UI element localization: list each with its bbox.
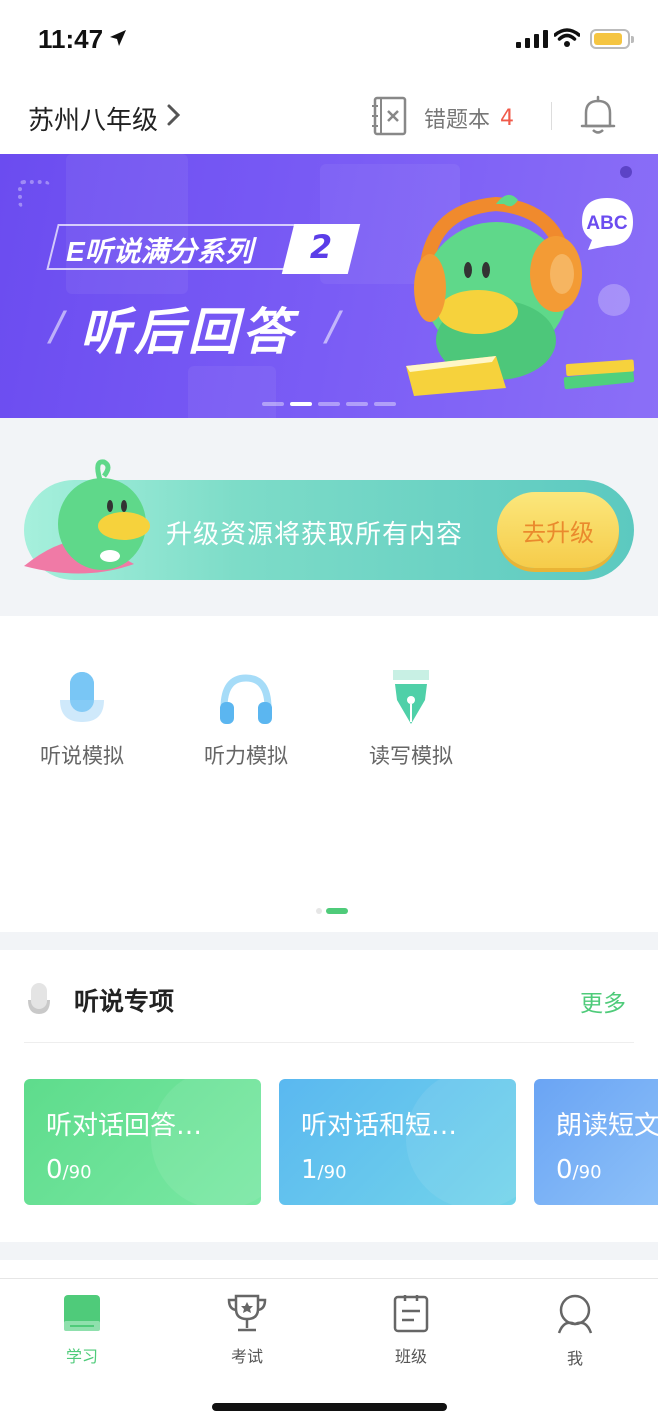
tab-label: 学习 (65, 1347, 98, 1366)
card-progress-done: 0 (556, 1155, 573, 1185)
feature-reading-writing-mock[interactable]: 读写模拟 (351, 656, 471, 770)
tab-exam[interactable]: 考试 (197, 1293, 297, 1367)
card-deco (406, 1079, 516, 1205)
top-header: 苏州八年级 错题本 4 (0, 80, 658, 154)
wrong-book-button[interactable]: 错题本 4 (370, 96, 514, 140)
tab-me[interactable]: 我 (525, 1293, 625, 1369)
section-gap (0, 932, 658, 950)
home-indicator[interactable] (212, 1403, 447, 1411)
card-progress-total: /90 (62, 1162, 92, 1183)
section-title: 听说专项 (74, 987, 175, 1016)
bell-icon[interactable] (578, 94, 618, 140)
feature-speaking-mock[interactable]: 听说模拟 (22, 656, 142, 770)
promo-banner[interactable]: E听说满分系列 2 / 听后回答 / ABC (0, 154, 658, 418)
headphones-icon (186, 656, 306, 726)
upgrade-section: 升级资源将获取所有内容 去升级 (0, 418, 658, 616)
banner-title: 听后回答 (80, 303, 296, 361)
feature-pager (316, 908, 348, 914)
grade-selector[interactable]: 苏州八年级 (28, 100, 182, 137)
card-deco (151, 1079, 261, 1205)
card-title: 听对话回答… (46, 1111, 203, 1141)
mascot-cape-illustration (24, 459, 150, 574)
more-link[interactable]: 更多 (580, 984, 626, 1018)
chevron-right-icon (166, 103, 182, 134)
card-progress-total: /90 (572, 1162, 602, 1183)
pager-dot[interactable] (262, 402, 284, 406)
pen-nib-icon (351, 656, 471, 726)
practice-card[interactable]: 朗读短文 0/90 (534, 1079, 658, 1205)
card-title: 朗读短文 (556, 1111, 658, 1141)
card-progress-done: 0 (46, 1155, 63, 1185)
feature-label: 听说模拟 (40, 744, 124, 768)
status-time: 11:47 (38, 24, 104, 54)
upgrade-button[interactable]: 去升级 (497, 492, 619, 568)
feature-label: 听力模拟 (204, 744, 288, 768)
book-icon (62, 1295, 102, 1337)
card-progress: 0/90 (46, 1155, 92, 1185)
location-arrow-icon (108, 28, 128, 52)
wifi-icon (553, 28, 581, 52)
pager-dot[interactable] (374, 402, 396, 406)
bottom-tab-bar: 学习 考试 班级 我 (0, 1278, 658, 1425)
upgrade-text: 升级资源将获取所有内容 (166, 520, 464, 550)
tab-label: 班级 (394, 1347, 427, 1366)
wrong-book-count: 4 (500, 105, 515, 131)
feature-listening-mock[interactable]: 听力模拟 (186, 656, 306, 770)
card-progress-total: /90 (317, 1162, 347, 1183)
clipboard-icon (393, 1295, 429, 1337)
speech-bubble-icon: ABC (582, 198, 633, 250)
banner-pager[interactable] (262, 402, 396, 406)
pager-dot[interactable] (318, 402, 340, 406)
banner-series: E听说满分系列 (66, 236, 253, 267)
section-gap (0, 1242, 658, 1260)
pager-dot-active (326, 908, 348, 914)
practice-card[interactable]: 听对话回答… 0/90 (24, 1079, 261, 1205)
card-progress: 0/90 (556, 1155, 602, 1185)
tab-class[interactable]: 班级 (361, 1293, 461, 1367)
status-bar: 11:47 (0, 0, 658, 80)
trophy-icon (226, 1294, 268, 1337)
header-divider (551, 102, 552, 130)
feature-label: 读写模拟 (369, 744, 453, 768)
user-icon (556, 1294, 594, 1339)
grade-label: 苏州八年级 (28, 106, 159, 136)
banner-slash: / (50, 304, 64, 350)
microphone-icon (22, 656, 142, 726)
cellular-signal-icon (516, 30, 548, 48)
tab-study[interactable]: 学习 (32, 1293, 132, 1367)
speaking-special-section: 听说专项 更多 听对话回答… 0/90 听对话和短… 1/90 朗读短文 0/9… (0, 950, 658, 1242)
feature-grid: 听说模拟 听力模拟 读写模拟 (0, 616, 658, 932)
practice-card[interactable]: 听对话和短… 1/90 (279, 1079, 516, 1205)
card-progress-done: 1 (301, 1155, 318, 1185)
microphone-icon (26, 982, 52, 1020)
notebook-icon (370, 96, 408, 140)
section-divider (24, 1042, 634, 1043)
banner-badge: ABC (586, 213, 627, 234)
card-title: 听对话和短… (301, 1111, 458, 1141)
wrong-book-label: 错题本 (424, 108, 491, 133)
banner-deco (620, 166, 632, 178)
banner-slash: / (326, 304, 340, 350)
banner-number: 2 (309, 228, 333, 266)
card-progress: 1/90 (301, 1155, 347, 1185)
tab-label: 我 (566, 1349, 583, 1368)
tab-label: 考试 (230, 1347, 263, 1366)
pager-dot[interactable] (346, 402, 368, 406)
pager-dot[interactable] (290, 402, 312, 406)
banner-deco (18, 180, 50, 208)
pager-dot (316, 908, 322, 914)
battery-icon (590, 29, 634, 49)
banner-deco (188, 366, 276, 418)
